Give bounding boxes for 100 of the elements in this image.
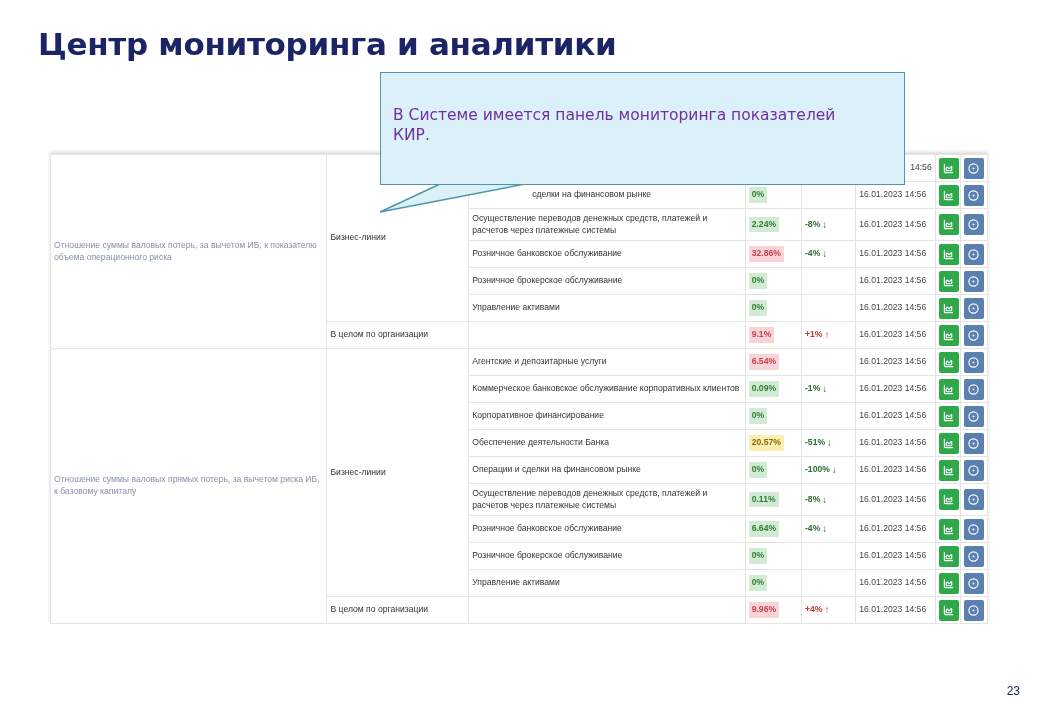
value-badge: 20.57% — [748, 435, 784, 451]
value-badge: 2.24% — [748, 216, 780, 233]
target-icon — [968, 162, 980, 174]
target-icon — [968, 383, 980, 395]
trend-value: +4% ↑ — [805, 603, 830, 617]
chart-icon — [943, 523, 955, 535]
target-icon — [968, 410, 980, 422]
target-button[interactable] — [963, 489, 984, 510]
chart-icon — [943, 464, 955, 476]
trend-value: +1% ↑ — [805, 328, 830, 342]
business-line-name: сделки на финансовом рынке — [531, 189, 652, 200]
chart-icon — [943, 577, 955, 589]
value-badge: 0% — [748, 548, 768, 564]
chart-icon — [943, 383, 955, 395]
target-button[interactable] — [963, 270, 984, 292]
chart-button[interactable] — [938, 518, 959, 540]
target-button[interactable] — [963, 243, 984, 265]
date-time: 16.01.2023 14:56 — [859, 410, 927, 421]
indicator-name: Отношение суммы валовых прямых потерь, за вычетом риска ИБ, к базовому капиталу — [54, 474, 320, 496]
chart-icon — [943, 437, 955, 449]
target-button[interactable] — [963, 405, 984, 427]
chart-button[interactable] — [938, 214, 959, 235]
chart-button[interactable] — [938, 378, 959, 400]
chart-button[interactable] — [938, 184, 959, 206]
business-line-name: Коммерческое банковское обслуживание корпоративных клиентов — [472, 383, 740, 394]
chart-icon — [943, 410, 955, 422]
date-time: 16.01.2023 14:56 — [859, 356, 927, 367]
chart-button[interactable] — [938, 270, 959, 292]
date-time: 16.01.2023 14:56 — [859, 248, 927, 259]
date-time: 16.01.2023 14:56 — [859, 604, 927, 615]
target-icon — [968, 248, 980, 260]
target-icon — [968, 604, 980, 616]
value-badge: 9.96% — [748, 602, 780, 618]
chart-button[interactable] — [938, 324, 959, 346]
chart-icon — [943, 248, 955, 260]
value-badge: 0.09% — [748, 381, 780, 397]
chart-button[interactable] — [938, 432, 959, 454]
date-time: 16.01.2023 14:56 — [859, 383, 927, 394]
target-button[interactable] — [963, 297, 984, 319]
chart-icon — [943, 494, 955, 505]
chart-button[interactable] — [938, 351, 959, 373]
business-line-name: Розничное банковское обслуживание — [472, 523, 622, 534]
chart-button[interactable] — [938, 157, 959, 179]
trend-value: -8% ↓ — [805, 492, 828, 507]
chart-icon — [943, 550, 955, 562]
target-icon — [968, 577, 980, 589]
target-button[interactable] — [963, 184, 984, 206]
target-button[interactable] — [963, 599, 984, 621]
chart-button[interactable] — [938, 599, 959, 621]
target-button[interactable] — [963, 214, 984, 235]
value-badge: 9.1% — [748, 327, 775, 343]
target-button[interactable] — [963, 324, 984, 346]
target-button[interactable] — [963, 432, 984, 454]
chart-button[interactable] — [938, 297, 959, 319]
value-badge: 32.86% — [748, 246, 784, 262]
date-time: 16.01.2023 14:56 — [859, 493, 927, 504]
business-line-name: Управление активами — [472, 302, 560, 313]
business-line-name: Осуществление переводов денежных средств, платежей и расчетов через платежные системы — [472, 487, 708, 510]
target-icon — [968, 302, 980, 314]
value-badge: 6.64% — [748, 521, 780, 537]
target-icon — [968, 356, 980, 368]
chart-icon — [943, 162, 955, 174]
value-badge: 0.11% — [748, 491, 779, 508]
business-line-name: Осуществление переводов денежных средств, платежей и расчетов через платежные системы — [472, 212, 708, 235]
target-button[interactable] — [963, 518, 984, 540]
total-label: В целом по организации — [330, 604, 428, 615]
target-button[interactable] — [963, 157, 984, 179]
target-icon — [968, 219, 980, 230]
trend-value: -4% ↓ — [805, 247, 828, 261]
value-badge: 6.54% — [748, 354, 780, 370]
chart-icon — [943, 275, 955, 287]
chart-button[interactable] — [938, 545, 959, 567]
value-badge: 0% — [748, 462, 768, 478]
business-line-name: Корпоративное финансирование — [472, 410, 604, 421]
target-icon — [968, 189, 980, 201]
date-time: 16.01.2023 14:56 — [859, 550, 927, 561]
value-badge: 0% — [748, 273, 768, 289]
business-line-name: Розничное брокерское обслуживание — [472, 550, 623, 561]
chart-button[interactable] — [938, 572, 959, 594]
business-line-name: Обеспечение деятельности Банка — [472, 437, 610, 448]
chart-icon — [943, 219, 955, 230]
date-time: 16.01.2023 14:56 — [859, 275, 927, 286]
target-button[interactable] — [963, 378, 984, 400]
chart-button[interactable] — [938, 243, 959, 265]
business-line-name: Агентские и депозитарные услуги — [472, 356, 607, 367]
chart-button[interactable] — [938, 489, 959, 510]
chart-icon — [943, 356, 955, 368]
chart-button[interactable] — [938, 405, 959, 427]
target-button[interactable] — [963, 545, 984, 567]
date-time: 14:56 — [910, 162, 932, 173]
business-line-name: Операции и сделки на финансовом рынке — [472, 464, 641, 475]
target-button[interactable] — [963, 459, 984, 481]
date-time: 16.01.2023 14:56 — [859, 218, 927, 229]
chart-button[interactable] — [938, 459, 959, 481]
target-icon — [968, 464, 980, 476]
date-time: 16.01.2023 14:56 — [859, 464, 927, 475]
business-line-name: Розничное брокерское обслуживание — [472, 275, 623, 286]
date-time: 16.01.2023 14:56 — [859, 302, 927, 313]
target-button[interactable] — [963, 572, 984, 594]
target-button[interactable] — [963, 351, 984, 373]
